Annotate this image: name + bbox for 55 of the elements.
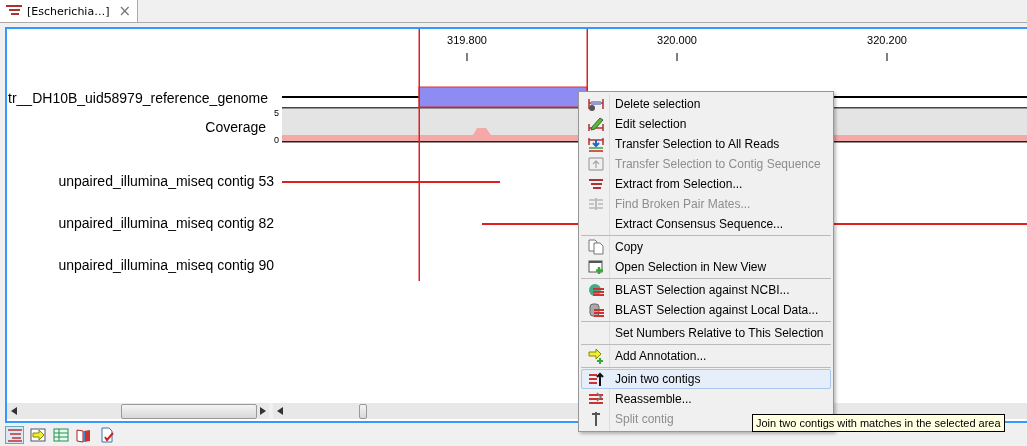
scrollbar-thumb[interactable] xyxy=(359,404,367,419)
editor-tab[interactable]: [Escherichia…] × xyxy=(0,0,139,22)
menu-item[interactable]: Extract from Selection... xyxy=(581,174,831,194)
selection-region[interactable] xyxy=(418,86,588,108)
axis-label: 0 xyxy=(274,135,280,145)
menu-item[interactable]: Extract Consensus Sequence... xyxy=(581,214,831,234)
join-icon xyxy=(588,371,604,387)
menu-item[interactable]: Set Numbers Relative to This Selection xyxy=(581,323,831,343)
arrow-plus-icon xyxy=(588,348,604,364)
ruler-label: 320.000 xyxy=(656,34,698,46)
axis-label: 5 xyxy=(274,108,280,118)
menu-item[interactable]: Join two contigs xyxy=(581,369,831,389)
menu-item[interactable]: BLAST Selection against Local Data... xyxy=(581,300,831,320)
pencil-icon xyxy=(588,116,604,132)
lines-icon xyxy=(588,196,604,212)
horizontal-scrollbar[interactable] xyxy=(7,403,269,419)
view-button[interactable] xyxy=(51,426,70,444)
transfer-icon xyxy=(588,156,604,172)
transfer-icon xyxy=(588,136,604,152)
lines-icon xyxy=(588,176,604,192)
lines-icon xyxy=(6,5,22,17)
ruler-label: 320.200 xyxy=(866,34,908,46)
scrollbar-thumb[interactable] xyxy=(121,404,257,419)
view-button[interactable] xyxy=(28,426,47,444)
left-arrow-icon[interactable] xyxy=(11,407,17,415)
track-label: unpaired_illumina_miseq contig 82 xyxy=(57,214,275,233)
menu-item[interactable]: BLAST Selection against NCBI... xyxy=(581,280,831,300)
left-arrow-icon[interactable] xyxy=(277,407,283,415)
ruler-tick xyxy=(676,52,678,62)
tooltip: Join two contigs with matches in the selected area xyxy=(752,414,1005,432)
track-label: tr__DH10B_uid58979_reference_genome xyxy=(7,89,269,108)
menu-item[interactable]: Add Annotation... xyxy=(581,346,831,366)
ruler-label: 319.800 xyxy=(446,34,488,46)
new-window-icon xyxy=(588,259,604,275)
menu-item[interactable]: Copy xyxy=(581,237,831,257)
copy-icon xyxy=(588,239,604,255)
delete-selection-icon xyxy=(588,96,604,112)
menu-item[interactable]: Delete selection xyxy=(581,94,831,114)
lines-icon xyxy=(588,391,604,407)
close-icon[interactable]: × xyxy=(118,2,132,20)
menu-item[interactable]: Open Selection in New View xyxy=(581,257,831,277)
view-button[interactable] xyxy=(74,426,93,444)
menu-item[interactable]: Transfer Selection to All Reads xyxy=(581,134,831,154)
tab-title: [Escherichia…] xyxy=(27,4,110,18)
view-button[interactable] xyxy=(5,426,24,444)
track-label: unpaired_illumina_miseq contig 53 xyxy=(57,172,275,191)
ruler-tick xyxy=(886,52,888,62)
database-icon xyxy=(588,302,604,318)
track-label: Coverage xyxy=(205,118,267,135)
ruler-tick xyxy=(466,52,468,62)
menu-item[interactable]: Reassemble... xyxy=(581,389,831,409)
track-label: unpaired_illumina_miseq contig 90 xyxy=(57,256,275,275)
right-arrow-icon[interactable] xyxy=(260,407,266,415)
globe-icon xyxy=(588,282,604,298)
menu-item[interactable]: Edit selection xyxy=(581,114,831,134)
